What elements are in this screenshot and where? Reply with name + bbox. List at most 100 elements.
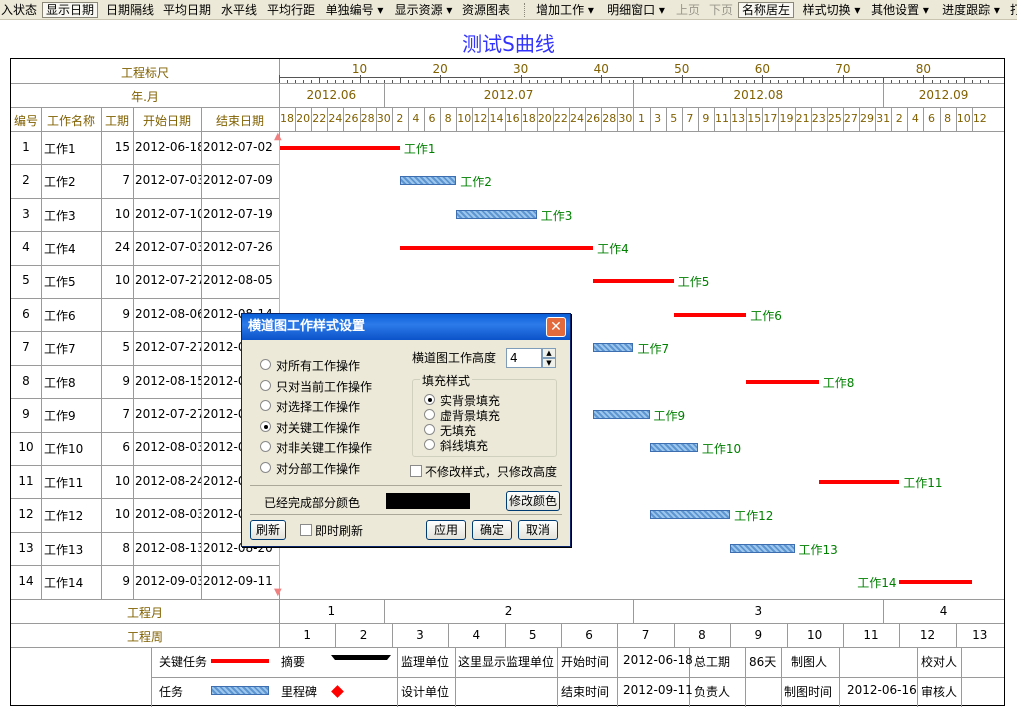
task-name[interactable]: 工作9 xyxy=(44,407,100,424)
ruler-tick xyxy=(335,80,337,83)
toolbar-button-0[interactable]: 入状态 xyxy=(0,2,38,18)
ok-button[interactable]: 确定 xyxy=(472,520,512,540)
task-name[interactable]: 工作4 xyxy=(44,240,100,257)
toolbar-button-4[interactable]: 水平线 xyxy=(218,2,260,18)
toolbar-button-1[interactable]: 显示日期 xyxy=(42,2,98,18)
task-bar[interactable] xyxy=(649,510,731,520)
task-name[interactable]: 工作13 xyxy=(44,541,100,558)
toolbar-button-13[interactable]: 名称居左 xyxy=(738,2,794,18)
scope-radio[interactable] xyxy=(260,359,271,370)
ruler-tick xyxy=(979,80,981,83)
toolbar-button-6[interactable]: 单独编号 ▾ xyxy=(322,2,387,18)
task-name[interactable]: 工作14 xyxy=(44,574,100,591)
scope-radio[interactable] xyxy=(260,461,271,473)
task-bar-label: 工作7 xyxy=(637,342,670,357)
task-name[interactable]: 工作11 xyxy=(44,474,100,491)
grid-line xyxy=(781,647,782,707)
scope-radio[interactable] xyxy=(260,420,271,432)
refresh-button[interactable]: 刷新 xyxy=(250,520,286,540)
task-name[interactable]: 工作5 xyxy=(44,273,100,290)
toolbar-button-14[interactable]: 样式切换 ▾ xyxy=(800,2,863,18)
critical-task-bar[interactable] xyxy=(899,579,972,584)
fill-radio[interactable] xyxy=(424,424,435,435)
grid-line xyxy=(11,465,279,466)
project-week-value: 11 xyxy=(863,628,879,642)
task-name[interactable]: 工作7 xyxy=(44,340,100,357)
task-name[interactable]: 工作8 xyxy=(44,374,100,391)
design-label: 设计单位 xyxy=(401,685,450,699)
task-bar[interactable] xyxy=(593,343,634,353)
bar-height-input[interactable]: 4 xyxy=(506,348,542,368)
toolbar-button-3[interactable]: 平均日期 xyxy=(160,2,214,18)
ruler-tick xyxy=(432,80,434,83)
apply-button[interactable]: 应用 xyxy=(426,520,466,540)
legend-task-label: 任务 xyxy=(159,685,184,699)
task-bar[interactable] xyxy=(593,409,650,419)
toolbar-separator xyxy=(524,3,526,17)
fill-radio[interactable] xyxy=(424,439,435,450)
spin-up-icon[interactable]: ▲ xyxy=(542,348,556,358)
scope-radio[interactable] xyxy=(260,441,271,452)
toolbar-button-7[interactable]: 显示资源 ▾ xyxy=(391,2,456,18)
critical-task-bar[interactable] xyxy=(818,479,900,484)
project-week-value: 3 xyxy=(416,628,424,642)
task-name[interactable]: 工作2 xyxy=(44,173,100,190)
dialog-divider xyxy=(250,514,562,515)
critical-task-bar[interactable] xyxy=(673,312,747,317)
task-bar[interactable] xyxy=(730,543,795,553)
toolbar-button-16[interactable]: 进度跟踪 ▾ xyxy=(937,2,1005,18)
toolbar-button-9[interactable]: 增加工作 ▾ xyxy=(531,2,599,18)
task-bar-label: 工作1 xyxy=(403,141,436,156)
task-bar[interactable] xyxy=(399,176,457,186)
toolbar-button-15[interactable]: 其他设置 ▾ xyxy=(869,2,931,18)
ruler-tick xyxy=(609,80,611,83)
critical-task-bar[interactable] xyxy=(593,279,674,284)
toolbar-button-11[interactable]: 上页 xyxy=(673,2,703,18)
critical-task-bar[interactable] xyxy=(746,379,819,384)
instant-refresh-checkbox[interactable] xyxy=(300,524,312,536)
project-week-value: 1 xyxy=(303,628,311,642)
critical-task-bar[interactable] xyxy=(399,245,594,250)
close-icon[interactable]: ✕ xyxy=(546,317,566,337)
draw-time-label: 制图时间 xyxy=(784,685,833,699)
spin-down-icon[interactable]: ▼ xyxy=(542,358,556,368)
no-change-style-checkbox[interactable] xyxy=(410,465,422,477)
critical-task-bar[interactable] xyxy=(279,145,400,150)
month-label: 2012.06 xyxy=(306,88,357,102)
column-header: 工作名称 xyxy=(46,114,95,128)
ruler-tick xyxy=(730,80,732,83)
ruler-tick xyxy=(472,80,474,83)
ruler-tick xyxy=(746,80,748,83)
task-name[interactable]: 工作3 xyxy=(44,207,100,224)
task-name[interactable]: 工作6 xyxy=(44,307,100,324)
task-name[interactable]: 工作1 xyxy=(44,140,100,157)
day-label: 10 xyxy=(457,112,472,125)
supervisor-value: 这里显示监理单位 xyxy=(458,655,555,669)
ruler-tick xyxy=(899,80,901,83)
chart-title: 测试S曲线 xyxy=(462,32,555,56)
modify-color-button[interactable]: 修改颜色 xyxy=(506,491,560,511)
task-bar[interactable] xyxy=(649,443,698,453)
task-bar[interactable] xyxy=(456,209,537,219)
scope-radio[interactable] xyxy=(260,379,271,391)
task-name[interactable]: 工作10 xyxy=(44,440,100,457)
fill-radio[interactable] xyxy=(424,394,435,405)
toolbar-button-8[interactable]: 资源图表 xyxy=(460,2,512,18)
fill-radio[interactable] xyxy=(424,409,435,420)
day-label: 28 xyxy=(602,112,617,125)
toolbar-button-10[interactable]: 明细窗口 ▾ xyxy=(603,2,669,18)
scope-radio[interactable] xyxy=(260,400,271,411)
toolbar-button-17[interactable]: 打 xyxy=(1010,2,1017,18)
cancel-button[interactable]: 取消 xyxy=(518,520,558,540)
task-bar-label: 工作11 xyxy=(903,475,943,490)
toolbar-button-12[interactable]: 下页 xyxy=(707,2,735,18)
task-duration: 7 xyxy=(122,406,130,421)
toolbar-button-2[interactable]: 日期隔线 xyxy=(103,2,157,18)
project-week-value: 12 xyxy=(919,628,936,642)
task-name[interactable]: 工作12 xyxy=(44,507,100,524)
legend-task-bar xyxy=(211,686,269,695)
day-label: 7 xyxy=(686,112,694,125)
day-label: 1 xyxy=(637,112,645,125)
project-week-value: 13 xyxy=(972,628,988,642)
toolbar-button-5[interactable]: 平均行距 xyxy=(264,2,318,18)
